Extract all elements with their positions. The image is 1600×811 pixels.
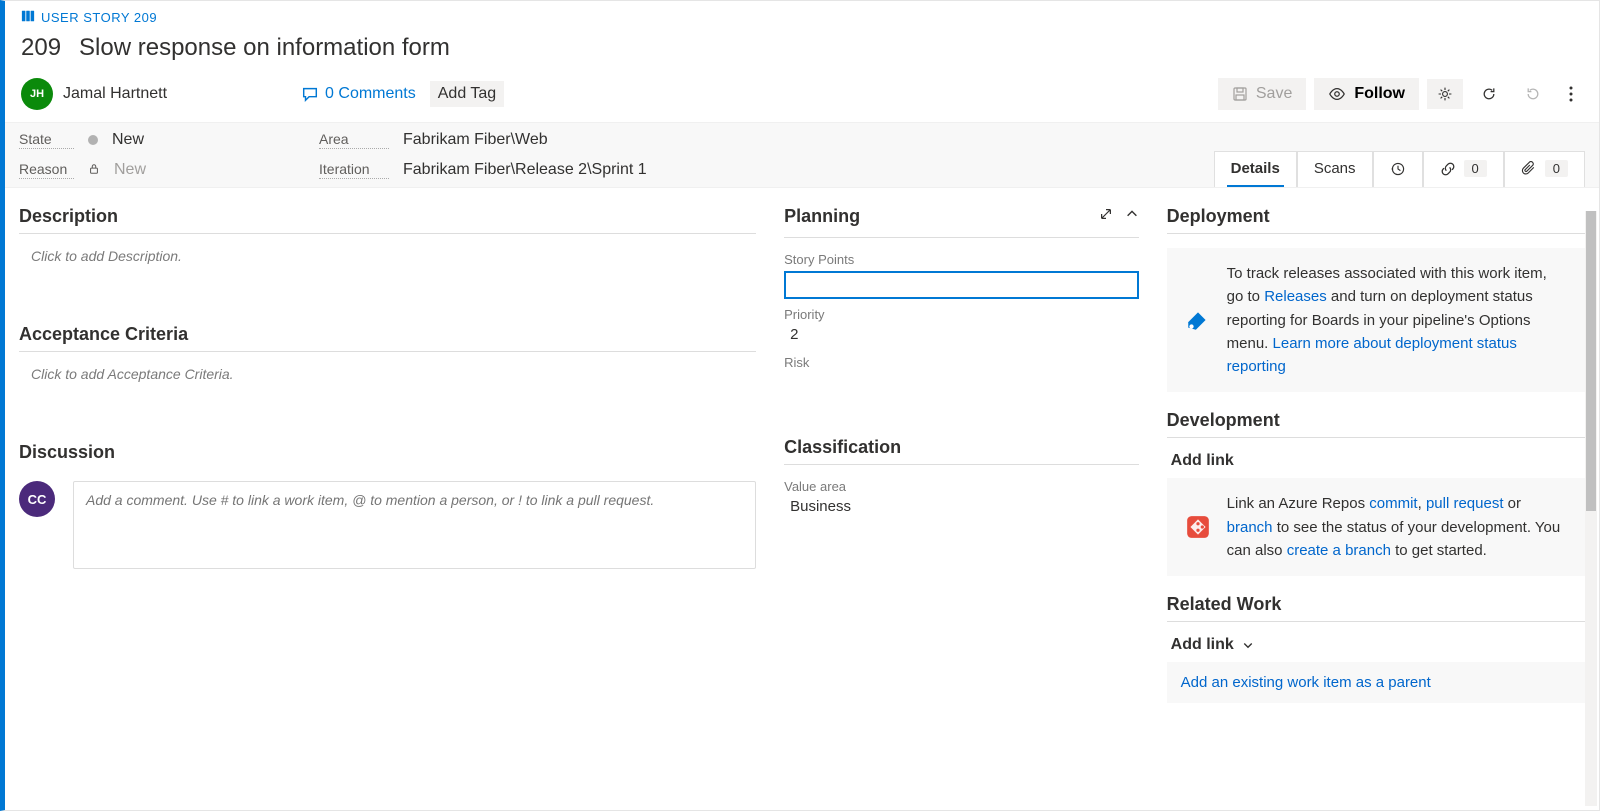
user-story-icon bbox=[21, 9, 35, 26]
undo-icon bbox=[1525, 86, 1541, 102]
commit-link[interactable]: commit bbox=[1369, 495, 1417, 512]
title-row: 209 Slow response on information form bbox=[5, 30, 1599, 72]
value-area-label: Value area bbox=[784, 479, 1139, 494]
expand-icon[interactable] bbox=[1099, 207, 1113, 224]
tab-links[interactable]: 0 bbox=[1423, 151, 1504, 187]
discussion-section-title: Discussion bbox=[19, 442, 756, 463]
work-item-title[interactable]: Slow response on information form bbox=[79, 34, 450, 62]
related-work-section-title: Related Work bbox=[1167, 594, 1585, 615]
pull-request-link[interactable]: pull request bbox=[1426, 495, 1504, 512]
history-icon bbox=[1390, 161, 1406, 177]
breadcrumb: USER STORY 209 bbox=[5, 1, 1599, 30]
refresh-icon bbox=[1481, 86, 1497, 102]
gear-icon bbox=[1437, 86, 1453, 102]
iteration-field[interactable]: Iteration Fabrikam Fiber\Release 2\Sprin… bbox=[319, 161, 647, 179]
discussion-input[interactable] bbox=[73, 481, 756, 569]
related-add-link[interactable]: Add link bbox=[1167, 636, 1585, 654]
classification-section-title: Classification bbox=[784, 437, 1139, 458]
branch-link[interactable]: branch bbox=[1227, 519, 1273, 536]
chevron-down-icon bbox=[1242, 639, 1254, 651]
add-parent-button[interactable]: Add an existing work item as a parent bbox=[1167, 662, 1585, 703]
more-button[interactable] bbox=[1559, 79, 1583, 109]
tab-attachments[interactable]: 0 bbox=[1504, 151, 1585, 187]
story-points-label: Story Points bbox=[784, 252, 1139, 267]
refresh-button[interactable] bbox=[1471, 79, 1507, 109]
eye-icon bbox=[1328, 85, 1346, 103]
follow-button[interactable]: Follow bbox=[1314, 78, 1419, 110]
area-field[interactable]: Area Fabrikam Fiber\Web bbox=[319, 131, 647, 149]
assignee-avatar: JH bbox=[21, 78, 53, 110]
state-indicator-new bbox=[88, 135, 98, 145]
git-icon bbox=[1185, 492, 1213, 562]
comments-link[interactable]: 0 Comments bbox=[301, 85, 416, 103]
scrollbar-thumb[interactable] bbox=[1586, 211, 1596, 511]
pipeline-icon bbox=[1185, 262, 1213, 378]
assignee-name: Jamal Hartnett bbox=[63, 85, 167, 103]
save-button[interactable]: Save bbox=[1218, 78, 1306, 110]
priority-label: Priority bbox=[784, 307, 1139, 322]
current-user-avatar: CC bbox=[19, 481, 55, 517]
value-area-value[interactable]: Business bbox=[784, 494, 1139, 519]
acceptance-section-title: Acceptance Criteria bbox=[19, 324, 756, 345]
development-info-card: Link an Azure Repos commit, pull request… bbox=[1167, 478, 1585, 576]
tab-details[interactable]: Details bbox=[1214, 151, 1297, 187]
tab-history[interactable] bbox=[1373, 151, 1423, 187]
deployment-section-title: Deployment bbox=[1167, 206, 1585, 227]
releases-link[interactable]: Releases bbox=[1264, 288, 1327, 305]
risk-value[interactable] bbox=[784, 370, 1139, 395]
development-section-title: Development bbox=[1167, 410, 1585, 431]
lock-icon bbox=[88, 163, 100, 178]
work-item-id: 209 bbox=[21, 34, 61, 62]
state-field[interactable]: State New bbox=[19, 131, 319, 149]
deployment-info-card: To track releases associated with this w… bbox=[1167, 248, 1585, 392]
priority-value[interactable]: 2 bbox=[784, 322, 1139, 347]
comments-count: 0 Comments bbox=[325, 85, 416, 103]
comment-icon bbox=[301, 85, 319, 103]
description-section-title: Description bbox=[19, 206, 756, 227]
assignee-field[interactable]: JH Jamal Hartnett bbox=[21, 78, 167, 110]
state-bar: State New Reason New Area Fabrikam Fiber… bbox=[5, 122, 1599, 188]
links-icon bbox=[1440, 161, 1456, 177]
add-tag-button[interactable]: Add Tag bbox=[430, 81, 504, 107]
planning-section-title: Planning bbox=[784, 206, 1087, 227]
tab-scans[interactable]: Scans bbox=[1297, 151, 1373, 187]
risk-label: Risk bbox=[784, 355, 1139, 370]
reason-field: Reason New bbox=[19, 161, 319, 179]
meta-row: JH Jamal Hartnett 0 Comments Add Tag Sav… bbox=[5, 72, 1599, 122]
collapse-icon[interactable] bbox=[1125, 207, 1139, 224]
tabs-row: Details Scans 0 0 bbox=[1214, 151, 1585, 187]
development-add-link[interactable]: Add link bbox=[1167, 452, 1585, 470]
story-points-input[interactable] bbox=[784, 271, 1139, 299]
breadcrumb-label[interactable]: USER STORY 209 bbox=[41, 10, 157, 25]
create-branch-link[interactable]: create a branch bbox=[1287, 542, 1391, 559]
undo-button[interactable] bbox=[1515, 79, 1551, 109]
attachment-icon bbox=[1521, 161, 1537, 177]
settings-button[interactable] bbox=[1427, 79, 1463, 109]
scrollbar[interactable] bbox=[1585, 211, 1597, 806]
acceptance-placeholder[interactable]: Click to add Acceptance Criteria. bbox=[19, 366, 756, 382]
more-icon bbox=[1569, 86, 1573, 102]
description-placeholder[interactable]: Click to add Description. bbox=[19, 248, 756, 264]
save-icon bbox=[1232, 86, 1248, 102]
